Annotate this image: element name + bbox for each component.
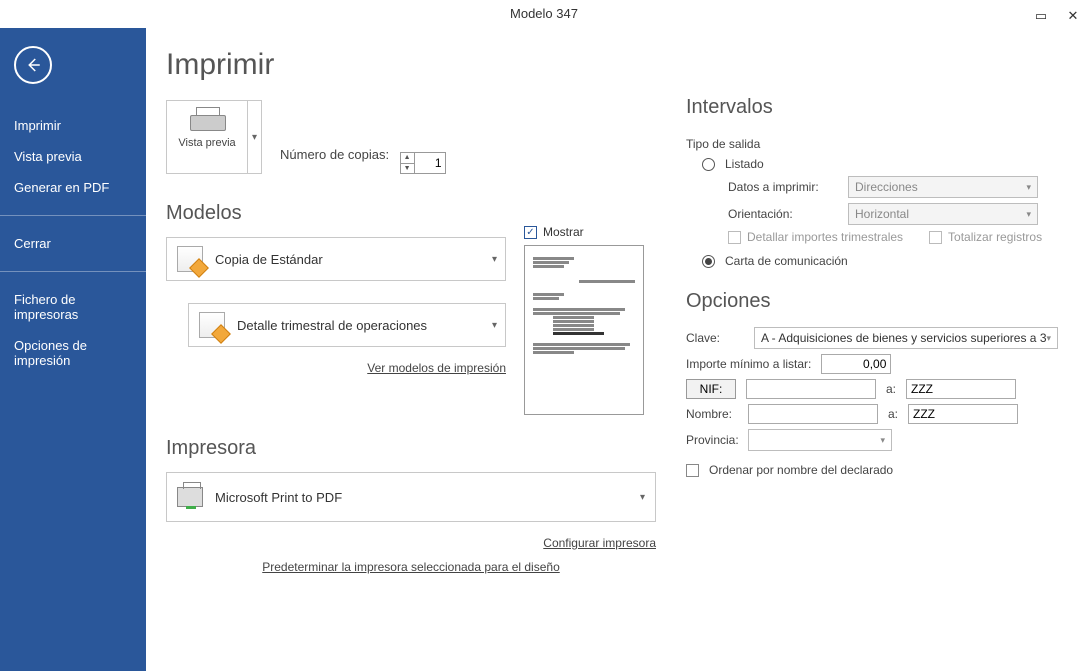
printer-selector[interactable]: Microsoft Print to PDF ▾ bbox=[166, 472, 656, 522]
vista-previa-label: Vista previa bbox=[171, 137, 243, 149]
intervalos-heading: Intervalos bbox=[686, 96, 1058, 119]
importe-input[interactable] bbox=[821, 354, 891, 374]
chevron-down-icon: ▾ bbox=[1026, 182, 1031, 193]
totalizar-label: Totalizar registros bbox=[948, 230, 1042, 244]
configurar-impresora-link[interactable]: Configurar impresora bbox=[166, 536, 656, 550]
printer-icon bbox=[177, 487, 203, 507]
sidebar-item-cerrar[interactable]: Cerrar bbox=[0, 228, 146, 259]
model-label: Copia de Estándar bbox=[215, 252, 323, 267]
copies-label: Número de copias: bbox=[280, 147, 389, 162]
document-preview bbox=[524, 245, 644, 415]
tipo-salida-label: Tipo de salida bbox=[686, 137, 1058, 151]
window-close-icon[interactable]: ✕ bbox=[1064, 2, 1082, 30]
impresora-heading: Impresora bbox=[166, 437, 656, 460]
nombre-to-input[interactable] bbox=[908, 404, 1018, 424]
window-restore-icon[interactable]: ▭ bbox=[1032, 2, 1050, 30]
chevron-down-icon: ▾ bbox=[1046, 333, 1051, 344]
document-icon bbox=[199, 312, 225, 338]
nif-from-input[interactable] bbox=[746, 379, 876, 399]
document-icon bbox=[177, 246, 203, 272]
select-value: A - Adquisiciones de bienes y servicios … bbox=[761, 331, 1046, 345]
listado-radio[interactable] bbox=[702, 158, 715, 171]
carta-radio[interactable] bbox=[702, 255, 715, 268]
nif-button[interactable]: NIF: bbox=[686, 379, 736, 399]
chevron-down-icon: ▾ bbox=[640, 492, 645, 503]
clave-label: Clave: bbox=[686, 331, 744, 345]
copies-input[interactable] bbox=[415, 153, 445, 173]
modelos-heading: Modelos bbox=[166, 202, 656, 225]
opciones-heading: Opciones bbox=[686, 290, 1058, 313]
stepper-down-icon[interactable]: ▼ bbox=[401, 164, 414, 174]
nif-to-input[interactable] bbox=[906, 379, 1016, 399]
orientacion-label: Orientación: bbox=[728, 207, 838, 221]
arrow-left-icon bbox=[24, 56, 42, 74]
back-button[interactable] bbox=[14, 46, 52, 84]
divider bbox=[0, 271, 146, 272]
model-detalle-trimestral[interactable]: Detalle trimestral de operaciones ▾ bbox=[188, 303, 506, 347]
chevron-down-icon: ▾ bbox=[492, 320, 497, 331]
provincia-label: Provincia: bbox=[686, 433, 738, 447]
model-label: Detalle trimestral de operaciones bbox=[237, 318, 427, 333]
ordenar-label: Ordenar por nombre del declarado bbox=[709, 463, 893, 477]
predeterminar-impresora-link[interactable]: Predeterminar la impresora seleccionada … bbox=[166, 560, 656, 574]
nombre-from-input[interactable] bbox=[748, 404, 878, 424]
chevron-down-icon: ▾ bbox=[1026, 209, 1031, 220]
page-title: Imprimir bbox=[166, 48, 656, 82]
totalizar-checkbox bbox=[929, 231, 942, 244]
printer-name: Microsoft Print to PDF bbox=[215, 490, 342, 505]
listado-label: Listado bbox=[725, 157, 764, 171]
chevron-down-icon: ▾ bbox=[880, 435, 885, 446]
sidebar-item-generar-pdf[interactable]: Generar en PDF bbox=[0, 172, 146, 203]
printer-icon bbox=[190, 107, 224, 133]
carta-label: Carta de comunicación bbox=[725, 254, 848, 268]
stepper-up-icon[interactable]: ▲ bbox=[401, 153, 414, 164]
detallar-label: Detallar importes trimestrales bbox=[747, 230, 903, 244]
ver-modelos-link[interactable]: Ver modelos de impresión bbox=[166, 361, 506, 375]
chevron-down-icon: ▾ bbox=[492, 254, 497, 265]
select-value: Direcciones bbox=[855, 180, 918, 194]
importe-label: Importe mínimo a listar: bbox=[686, 357, 811, 371]
copies-stepper[interactable]: ▲▼ bbox=[400, 152, 446, 174]
window-title: Modelo 347 bbox=[510, 6, 578, 21]
datos-imprimir-select[interactable]: Direcciones ▾ bbox=[848, 176, 1038, 198]
vista-previa-button[interactable]: Vista previa bbox=[166, 100, 248, 174]
vista-previa-dropdown[interactable]: ▾ bbox=[248, 100, 262, 174]
ordenar-checkbox[interactable] bbox=[686, 464, 699, 477]
provincia-select[interactable]: ▾ bbox=[748, 429, 892, 451]
a-label: a: bbox=[888, 407, 898, 421]
clave-select[interactable]: A - Adquisiciones de bienes y servicios … bbox=[754, 327, 1058, 349]
divider bbox=[0, 215, 146, 216]
title-bar: Modelo 347 ▭ ✕ bbox=[0, 0, 1088, 28]
sidebar-item-opciones-impresion[interactable]: Opciones de impresión bbox=[0, 330, 146, 376]
sidebar: Imprimir Vista previa Generar en PDF Cer… bbox=[0, 28, 146, 671]
sidebar-item-vista-previa[interactable]: Vista previa bbox=[0, 141, 146, 172]
sidebar-item-imprimir[interactable]: Imprimir bbox=[0, 110, 146, 141]
model-copia-estandar[interactable]: Copia de Estándar ▾ bbox=[166, 237, 506, 281]
nombre-label: Nombre: bbox=[686, 407, 738, 421]
datos-imprimir-label: Datos a imprimir: bbox=[728, 180, 838, 194]
mostrar-label: Mostrar bbox=[543, 225, 584, 239]
sidebar-item-fichero-impresoras[interactable]: Fichero de impresoras bbox=[0, 284, 146, 330]
detallar-checkbox bbox=[728, 231, 741, 244]
a-label: a: bbox=[886, 382, 896, 396]
orientacion-select[interactable]: Horizontal ▾ bbox=[848, 203, 1038, 225]
select-value: Horizontal bbox=[855, 207, 909, 221]
mostrar-checkbox[interactable]: ✓ bbox=[524, 226, 537, 239]
